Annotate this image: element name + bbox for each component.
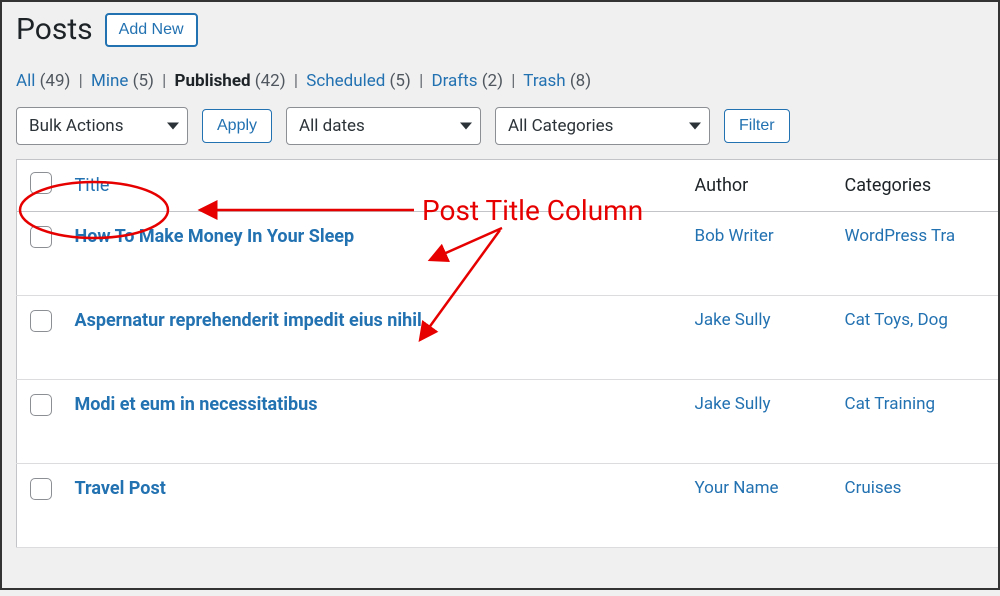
dates-select[interactable]: All dates	[286, 107, 481, 145]
column-header-title[interactable]: Title	[75, 175, 110, 196]
category-link[interactable]: Cat Training	[845, 394, 936, 414]
chevron-down-icon	[460, 123, 472, 130]
filter-scheduled[interactable]: Scheduled	[306, 71, 385, 91]
column-header-author: Author	[685, 160, 835, 212]
author-link[interactable]: Jake Sully	[695, 310, 771, 330]
categories-label: All Categories	[508, 116, 613, 136]
row-checkbox[interactable]	[30, 394, 52, 416]
row-checkbox[interactable]	[30, 478, 52, 500]
select-all-checkbox[interactable]	[30, 172, 52, 194]
filter-drafts-count: (2)	[482, 71, 503, 91]
table-row: How To Make Money In Your Sleep Bob Writ…	[17, 212, 999, 296]
status-filter-bar: All (49) | Mine (5) | Published (42) | S…	[16, 71, 998, 91]
post-title-link[interactable]: Modi et eum in necessitatibus	[75, 394, 318, 415]
filter-button[interactable]: Filter	[724, 109, 790, 143]
filter-mine-count: (5)	[133, 71, 154, 91]
column-header-categories: Categories	[835, 160, 999, 212]
filter-drafts[interactable]: Drafts	[431, 71, 477, 91]
post-title-link[interactable]: Aspernatur reprehenderit impedit eius ni…	[75, 310, 422, 331]
author-link[interactable]: Your Name	[695, 478, 779, 498]
filter-mine[interactable]: Mine	[91, 71, 128, 91]
author-link[interactable]: Jake Sully	[695, 394, 771, 414]
filter-scheduled-count: (5)	[390, 71, 411, 91]
apply-button[interactable]: Apply	[202, 109, 272, 143]
filter-all[interactable]: All	[16, 71, 35, 91]
dates-label: All dates	[299, 116, 365, 136]
bulk-actions-select[interactable]: Bulk Actions	[16, 107, 188, 145]
bulk-actions-label: Bulk Actions	[29, 116, 123, 136]
row-checkbox[interactable]	[30, 310, 52, 332]
chevron-down-icon	[689, 123, 701, 130]
categories-select[interactable]: All Categories	[495, 107, 710, 145]
category-link[interactable]: Cruises	[845, 478, 902, 498]
add-new-button[interactable]: Add New	[105, 13, 198, 47]
table-row: Aspernatur reprehenderit impedit eius ni…	[17, 296, 999, 380]
filter-published-count: (42)	[255, 71, 286, 91]
filter-trash-count: (8)	[570, 71, 591, 91]
filter-trash[interactable]: Trash	[523, 71, 565, 91]
chevron-down-icon	[167, 123, 179, 130]
post-title-link[interactable]: How To Make Money In Your Sleep	[75, 226, 355, 247]
page-title: Posts	[16, 12, 93, 47]
category-link[interactable]: Cat Toys, Dog	[845, 310, 948, 330]
row-checkbox[interactable]	[30, 226, 52, 248]
table-row: Travel Post Your Name Cruises	[17, 464, 999, 548]
category-link[interactable]: WordPress Tra	[845, 226, 956, 246]
post-title-link[interactable]: Travel Post	[75, 478, 166, 499]
table-row: Modi et eum in necessitatibus Jake Sully…	[17, 380, 999, 464]
filter-all-count: (49)	[40, 71, 71, 91]
posts-table: Title Author Categories How To Make Mone…	[16, 159, 998, 548]
author-link[interactable]: Bob Writer	[695, 226, 774, 246]
filter-published[interactable]: Published	[175, 71, 251, 91]
